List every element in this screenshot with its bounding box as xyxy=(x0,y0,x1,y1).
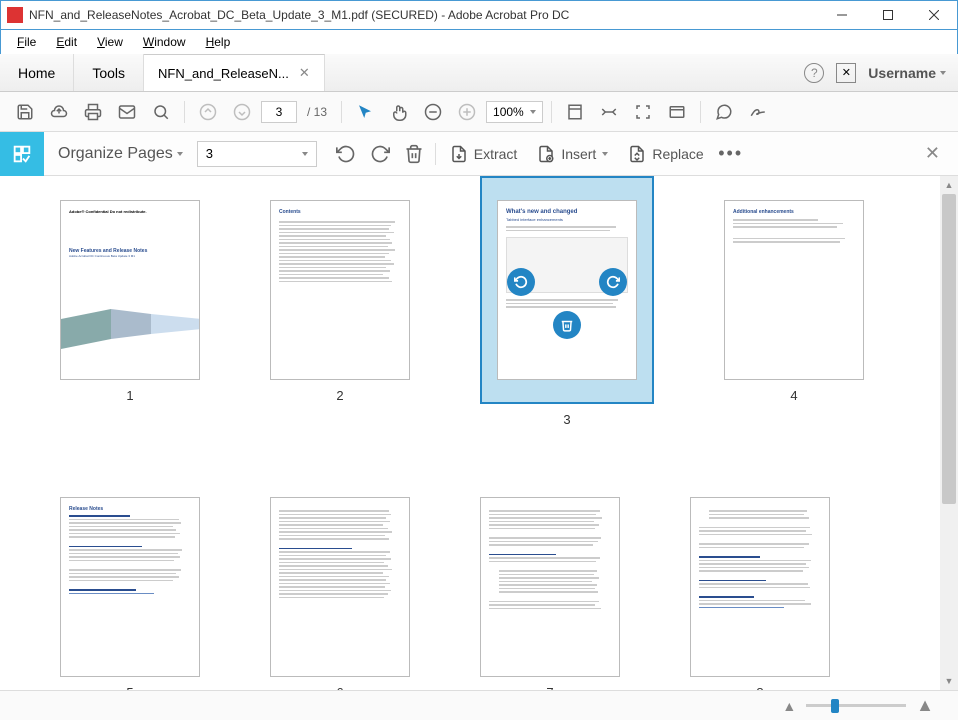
organize-pages-toolbar: Organize Pages 3 Extract Insert Replace … xyxy=(0,132,958,176)
zoom-in-icon[interactable] xyxy=(452,97,482,127)
thumbnail-label: 4 xyxy=(790,388,797,403)
thumb-rotate-ccw-button[interactable] xyxy=(507,268,535,296)
rotate-ccw-button[interactable] xyxy=(329,137,363,171)
thumbnail-size-slider[interactable] xyxy=(806,704,906,707)
prev-page-icon[interactable] xyxy=(193,97,223,127)
zoom-value: 100% xyxy=(493,105,524,119)
toolbar-separator xyxy=(184,101,185,123)
slider-handle[interactable] xyxy=(831,699,839,713)
organize-pages-dropdown[interactable]: Organize Pages xyxy=(44,145,197,163)
save-icon[interactable] xyxy=(10,97,40,127)
rotate-cw-button[interactable] xyxy=(363,137,397,171)
toolbar-separator xyxy=(341,101,342,123)
tab-home[interactable]: Home xyxy=(0,54,74,91)
zoom-select[interactable]: 100% xyxy=(486,101,543,123)
next-page-icon[interactable] xyxy=(227,97,257,127)
close-button[interactable] xyxy=(911,1,957,29)
tab-bar: Home Tools NFN_and_ReleaseN... ✕ ? ✕ Use… xyxy=(0,54,958,92)
thumbnail-label: 1 xyxy=(126,388,133,403)
scroll-down-arrow[interactable]: ▼ xyxy=(940,672,958,690)
read-mode-icon[interactable] xyxy=(662,97,692,127)
page-total-label: / 13 xyxy=(301,105,333,119)
minimize-button[interactable] xyxy=(819,1,865,29)
tab-document[interactable]: NFN_and_ReleaseN... ✕ xyxy=(144,54,325,91)
page-thumbnail-7[interactable]: 7 xyxy=(480,497,620,690)
thumbnail-size-bar: ▲ ▲ xyxy=(0,690,958,720)
caret-down-icon xyxy=(940,71,946,75)
toolbar-separator xyxy=(435,143,436,165)
page-number-input[interactable] xyxy=(261,101,297,123)
print-icon[interactable] xyxy=(78,97,108,127)
large-thumb-icon[interactable]: ▲ xyxy=(916,695,934,716)
toolbar-separator xyxy=(551,101,552,123)
notification-icon[interactable]: ✕ xyxy=(836,63,856,83)
page-thumbnail-4[interactable]: Additional enhancements 4 xyxy=(724,200,864,427)
extract-button[interactable]: Extract xyxy=(440,145,528,163)
fit-visible-icon[interactable] xyxy=(628,97,658,127)
menu-edit[interactable]: Edit xyxy=(46,33,87,51)
sign-icon[interactable] xyxy=(743,97,773,127)
title-bar: NFN_and_ReleaseNotes_Acrobat_DC_Beta_Upd… xyxy=(0,0,958,30)
small-thumb-icon[interactable]: ▲ xyxy=(782,698,796,714)
caret-down-icon xyxy=(530,110,536,114)
insert-button[interactable]: Insert xyxy=(527,145,618,163)
scroll-up-arrow[interactable]: ▲ xyxy=(940,176,958,194)
tab-close-icon[interactable]: ✕ xyxy=(299,65,310,81)
organize-pages-tool-icon[interactable] xyxy=(0,132,44,176)
caret-down-icon xyxy=(302,152,308,156)
thumbnail-label: 2 xyxy=(336,388,343,403)
toolbar-separator xyxy=(700,101,701,123)
page-thumbnail-8[interactable]: 8 xyxy=(690,497,830,690)
tab-document-label: NFN_and_ReleaseN... xyxy=(158,66,289,81)
replace-label: Replace xyxy=(652,146,703,162)
search-icon[interactable] xyxy=(146,97,176,127)
tab-tools[interactable]: Tools xyxy=(74,54,144,91)
page-thumbnail-5[interactable]: Release Notes 5 xyxy=(60,497,200,690)
window-title: NFN_and_ReleaseNotes_Acrobat_DC_Beta_Upd… xyxy=(29,8,819,22)
page3-heading: What's new and changed xyxy=(506,209,628,215)
menu-window[interactable]: Window xyxy=(133,33,196,51)
menu-bar: File Edit View Window Help xyxy=(0,30,958,54)
organize-pages-label: Organize Pages xyxy=(58,145,173,163)
thumbnail-grid: Adobe® Confidential Do not redistribute.… xyxy=(0,176,958,690)
fit-width-icon[interactable] xyxy=(594,97,624,127)
page-thumbnail-1[interactable]: Adobe® Confidential Do not redistribute.… xyxy=(60,200,200,427)
page-thumbnail-6[interactable]: 6 xyxy=(270,497,410,690)
organize-page-value: 3 xyxy=(206,146,213,161)
maximize-button[interactable] xyxy=(865,1,911,29)
organize-page-select[interactable]: 3 xyxy=(197,141,317,167)
extract-label: Extract xyxy=(474,146,518,162)
cloud-upload-icon[interactable] xyxy=(44,97,74,127)
caret-down-icon xyxy=(602,152,608,156)
menu-file[interactable]: File xyxy=(7,33,46,51)
scrollbar-thumb[interactable] xyxy=(942,194,956,504)
caret-down-icon xyxy=(177,152,183,156)
app-icon xyxy=(7,7,23,23)
fit-page-icon[interactable] xyxy=(560,97,590,127)
delete-page-button[interactable] xyxy=(397,137,431,171)
zoom-out-icon[interactable] xyxy=(418,97,448,127)
thumb-rotate-cw-button[interactable] xyxy=(599,268,627,296)
more-options-button[interactable]: ••• xyxy=(714,137,748,171)
thumbnail-label: 3 xyxy=(563,412,570,427)
page-thumbnail-3-selected[interactable]: What's new and changed Tabbed interface … xyxy=(480,176,654,427)
menu-help[interactable]: Help xyxy=(196,33,241,51)
menu-view[interactable]: View xyxy=(87,33,133,51)
user-menu[interactable]: Username xyxy=(868,65,946,81)
comment-icon[interactable] xyxy=(709,97,739,127)
vertical-scrollbar[interactable]: ▲ ▼ xyxy=(940,176,958,690)
insert-label: Insert xyxy=(561,146,596,162)
email-icon[interactable] xyxy=(112,97,142,127)
help-icon[interactable]: ? xyxy=(804,63,824,83)
username-label: Username xyxy=(868,65,936,81)
organize-close-button[interactable]: ✕ xyxy=(907,143,958,164)
main-toolbar: / 13 100% xyxy=(0,92,958,132)
hand-tool-icon[interactable] xyxy=(384,97,414,127)
replace-button[interactable]: Replace xyxy=(618,145,713,163)
page-thumbnail-2[interactable]: Contents 2 xyxy=(270,200,410,427)
selection-tool-icon[interactable] xyxy=(350,97,380,127)
thumb-delete-button[interactable] xyxy=(553,311,581,339)
